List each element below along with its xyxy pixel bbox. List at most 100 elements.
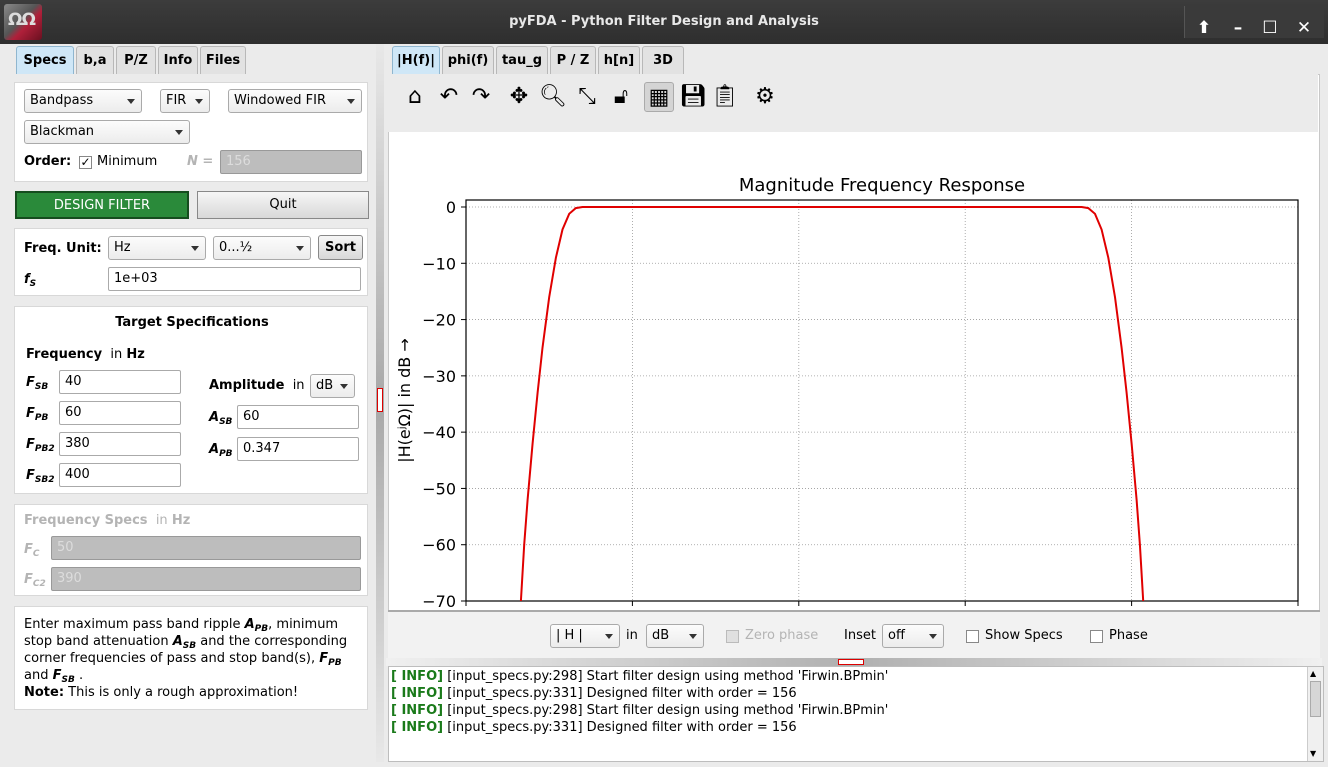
fpb-field[interactable]: 60 xyxy=(59,401,181,425)
zero-phase-checkbox[interactable] xyxy=(726,630,739,643)
apb-label: APB xyxy=(209,442,233,459)
inset-select[interactable]: off xyxy=(882,624,944,648)
log-message: [input_specs.py:331] Designed filter wit… xyxy=(443,686,797,701)
note-text: This is only a rough approximation! xyxy=(64,685,299,700)
tab-phase[interactable]: phi(f) xyxy=(442,46,494,74)
frequency-label: Frequency xyxy=(26,347,103,362)
response-type-select[interactable]: Bandpass xyxy=(24,89,142,113)
y-tick-label: −60 xyxy=(422,536,456,555)
home-icon[interactable]: ⌂ xyxy=(400,82,430,112)
design-method-select[interactable]: Windowed FIR xyxy=(228,89,362,113)
plot-mode-select[interactable]: | H | xyxy=(550,624,620,648)
info-text-4b: . xyxy=(74,668,84,683)
horizontal-splitter[interactable] xyxy=(386,658,1322,666)
undo-icon[interactable]: ↶ xyxy=(434,82,464,112)
info-text-3a: corner frequencies of pass and stop band… xyxy=(24,651,320,666)
show-specs-checkbox[interactable] xyxy=(966,630,979,643)
plot-unit-select[interactable]: dB xyxy=(646,624,704,648)
design-filter-button[interactable]: DESIGN FILTER xyxy=(15,191,189,219)
fsb2-field[interactable]: 400 xyxy=(59,463,181,487)
tab-pole-zero[interactable]: P / Z xyxy=(550,46,596,74)
fullscreen-icon[interactable]: ⤡ xyxy=(572,82,602,112)
chevron-down-icon xyxy=(340,384,348,389)
plot-mode-value: | H | xyxy=(556,628,583,643)
tab-3d[interactable]: 3D xyxy=(642,46,684,74)
magnitude-chart: Magnitude Frequency Response010020030040… xyxy=(395,175,1313,610)
fs-field[interactable]: 1e+03 xyxy=(108,267,361,291)
apb-field[interactable]: 0.347 xyxy=(237,437,359,461)
target-specs-panel: Target Specifications Frequency in Hz FS… xyxy=(14,306,368,494)
quit-button[interactable]: Quit xyxy=(197,191,369,219)
minimum-label: Minimum xyxy=(97,154,158,169)
log-line: [ INFO] [input_specs.py:331] Designed fi… xyxy=(391,720,797,735)
magnitude-curve xyxy=(519,206,1145,602)
chart-title: Magnitude Frequency Response xyxy=(739,175,1025,196)
sort-button[interactable]: Sort xyxy=(318,235,363,260)
scroll-up-icon[interactable]: ▲ xyxy=(1310,669,1316,678)
settings-icon[interactable]: ⚙ xyxy=(750,82,780,112)
fpb2-field[interactable]: 380 xyxy=(59,432,181,456)
tab-ba[interactable]: b,a xyxy=(76,46,114,74)
splitter-handle-icon[interactable] xyxy=(377,388,383,412)
window-value: Blackman xyxy=(30,124,95,139)
chevron-down-icon xyxy=(175,130,183,135)
splitter-handle-icon[interactable] xyxy=(838,659,864,665)
lock-icon[interactable]: 🔓︎ xyxy=(606,82,636,112)
maximize-icon[interactable]: ☐ xyxy=(1257,16,1283,40)
fc2-field[interactable]: 390 xyxy=(51,567,361,591)
chevron-down-icon xyxy=(605,634,613,639)
tab-group-delay[interactable]: tau_g xyxy=(496,46,548,74)
minimize-icon[interactable]: – xyxy=(1225,16,1251,40)
y-tick-label: −70 xyxy=(422,592,456,610)
tab-pz[interactable]: P/Z xyxy=(116,46,156,74)
amplitude-unit-select[interactable]: dB xyxy=(310,374,355,398)
window-select[interactable]: Blackman xyxy=(24,120,190,144)
tab-files[interactable]: Files xyxy=(200,46,246,74)
info-line-1: Enter maximum pass band ripple APB, mini… xyxy=(24,617,339,634)
info-line-4: and FSB . xyxy=(24,668,84,685)
freq-unit-select[interactable]: Hz xyxy=(108,236,206,260)
target-specs-title: Target Specifications xyxy=(115,315,269,330)
log-scrollbar[interactable]: ▲ ▼ xyxy=(1307,667,1323,761)
filter-type-select[interactable]: FIR xyxy=(160,89,210,113)
frequency-heading: Frequency in Hz xyxy=(26,347,145,362)
fsb-field[interactable]: 40 xyxy=(59,370,181,394)
info-line-2: stop band attenuation ASB and the corres… xyxy=(24,634,348,651)
chevron-down-icon xyxy=(347,99,355,104)
clipboard-icon[interactable]: 📋︎ xyxy=(710,82,740,112)
redo-icon[interactable]: ↷ xyxy=(466,82,496,112)
zoom-icon[interactable]: 🔍︎ xyxy=(538,82,568,112)
frequency-unit: Hz xyxy=(126,347,145,362)
fc-field[interactable]: 50 xyxy=(51,536,361,560)
minimum-checkbox[interactable]: ✓ xyxy=(79,156,92,169)
log-tag: [ INFO] xyxy=(391,703,444,718)
pan-icon[interactable]: ✥ xyxy=(504,82,534,112)
tab-info[interactable]: Info xyxy=(158,46,198,74)
scroll-thumb[interactable] xyxy=(1310,681,1321,717)
log-message: [input_specs.py:298] Start filter design… xyxy=(443,669,889,684)
keep-on-top-icon[interactable]: ⬆ xyxy=(1191,16,1217,40)
log-line: [ INFO] [input_specs.py:331] Designed fi… xyxy=(391,686,797,701)
filter-select-panel: Bandpass FIR Windowed FIR Blackman Order… xyxy=(14,82,368,182)
freq-unit-value: Hz xyxy=(114,240,131,255)
tab-specs[interactable]: Specs xyxy=(16,46,74,74)
zero-phase-label: Zero phase xyxy=(745,628,819,643)
design-method-value: Windowed FIR xyxy=(234,93,326,108)
amplitude-in: in xyxy=(292,378,305,393)
inset-value: off xyxy=(888,628,905,643)
vertical-splitter[interactable] xyxy=(376,44,384,762)
frequency-in: in xyxy=(110,347,123,362)
plot-frame xyxy=(465,199,1299,602)
info-text-panel: Enter maximum pass band ripple APB, mini… xyxy=(14,606,368,710)
close-icon[interactable]: ✕ xyxy=(1291,16,1317,40)
freq-range-select[interactable]: 0...½ xyxy=(213,236,311,260)
phase-checkbox[interactable] xyxy=(1090,630,1103,643)
fsb-label: FSB xyxy=(26,375,49,392)
tab-magnitude[interactable]: |H(f)| xyxy=(392,46,440,74)
order-n-field[interactable]: 156 xyxy=(220,150,362,174)
save-icon[interactable]: 💾︎ xyxy=(678,82,708,112)
tab-impulse[interactable]: h[n] xyxy=(598,46,640,74)
grid-icon[interactable]: ▦ xyxy=(644,82,674,112)
scroll-down-icon[interactable]: ▼ xyxy=(1310,749,1316,758)
asb-field[interactable]: 60 xyxy=(237,405,359,429)
